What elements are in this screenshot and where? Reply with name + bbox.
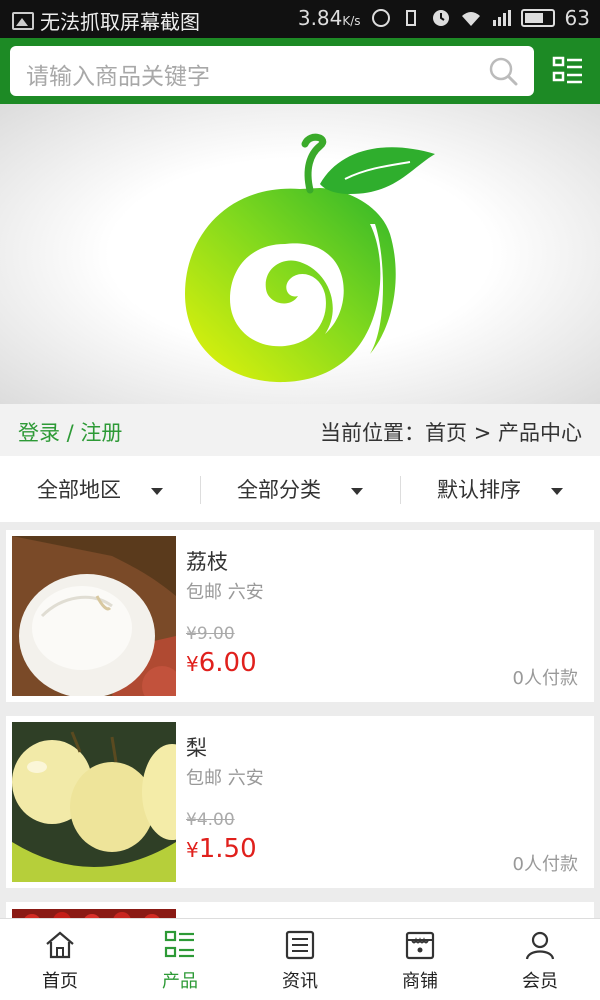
tab-member[interactable]: 会员 — [480, 919, 600, 1000]
search-header: 请输入商品关键字 — [0, 38, 600, 104]
account-breadcrumb-bar: 登录 / 注册 当前位置：首页 > 产品中心 — [0, 404, 600, 456]
product-card[interactable]: 荔枝 包邮 六安 ¥9.00 ¥6.00 0人付款 — [6, 530, 594, 702]
tab-products[interactable]: 产品 — [120, 919, 240, 1000]
product-paid-count: 0人付款 — [512, 668, 578, 689]
bottom-tab-bar: 首页 产品 资讯 商铺 会员 — [0, 918, 600, 1000]
search-placeholder: 请输入商品关键字 — [26, 63, 210, 89]
battery-icon — [520, 9, 555, 27]
product-original-price: ¥9.00 — [186, 624, 235, 644]
tab-label: 首页 — [42, 971, 78, 992]
product-meta: 包邮 六安 — [186, 768, 264, 789]
product-meta: 包邮 六安 — [186, 582, 264, 603]
caret-down-icon — [351, 487, 363, 495]
wifi-icon — [461, 12, 480, 26]
status-notification-text: 无法抓取屏幕截图 — [40, 10, 200, 34]
tab-home[interactable]: 首页 — [0, 919, 120, 1000]
filter-label: 全部地区 — [37, 478, 121, 502]
member-icon — [525, 931, 555, 960]
product-image-pear[interactable] — [12, 722, 176, 882]
tab-label: 产品 — [162, 971, 198, 992]
screenshot-icon — [12, 11, 34, 30]
product-paid-count: 0人付款 — [512, 854, 578, 875]
signal-icon — [492, 10, 511, 26]
filter-category-dropdown[interactable]: 全部分类 — [200, 456, 400, 522]
caret-down-icon — [551, 487, 563, 495]
caret-down-icon — [151, 487, 163, 495]
search-icon[interactable] — [488, 56, 518, 86]
home-icon — [46, 931, 74, 959]
breadcrumb: 当前位置：首页 > 产品中心 — [320, 421, 582, 445]
search-input[interactable]: 请输入商品关键字 — [10, 46, 534, 96]
network-speed: 3.84K/s — [297, 6, 361, 30]
filter-label: 全部分类 — [237, 478, 321, 502]
alarm-icon — [371, 9, 390, 27]
product-price: ¥6.00 — [186, 648, 257, 678]
filter-sort-dropdown[interactable]: 默认排序 — [400, 456, 600, 522]
category-menu-icon[interactable] — [552, 55, 584, 87]
filter-label: 默认排序 — [437, 478, 521, 502]
shop-icon — [405, 931, 435, 960]
product-original-price: ¥4.00 — [186, 810, 235, 830]
battery-level: 63 — [564, 6, 590, 30]
pear-image — [12, 722, 176, 882]
clock-icon — [432, 10, 449, 26]
product-price: ¥1.50 — [186, 834, 257, 864]
product-image-lychee[interactable] — [12, 536, 176, 696]
filter-bar: 全部地区 全部分类 默认排序 — [0, 456, 600, 522]
vibrate-icon — [405, 10, 416, 26]
product-grid-icon — [164, 930, 194, 958]
lychee-image — [12, 536, 176, 696]
status-bar: 无法抓取屏幕截图 3.84K/s 63 — [0, 0, 600, 38]
tab-shop[interactable]: 商铺 — [360, 919, 480, 1000]
tab-label: 会员 — [522, 971, 558, 992]
product-card[interactable]: 梨 包邮 六安 ¥4.00 ¥1.50 0人付款 — [6, 716, 594, 888]
tab-label: 资讯 — [282, 971, 318, 992]
news-icon — [285, 930, 315, 960]
tab-label: 商铺 — [402, 971, 438, 992]
product-name: 荔枝 — [186, 550, 228, 574]
filter-region-dropdown[interactable]: 全部地区 — [0, 456, 200, 522]
login-register-link[interactable]: 登录 / 注册 — [18, 417, 122, 447]
banner[interactable] — [0, 104, 600, 404]
brand-logo — [185, 133, 435, 383]
product-name: 梨 — [186, 736, 207, 760]
tab-news[interactable]: 资讯 — [240, 919, 360, 1000]
